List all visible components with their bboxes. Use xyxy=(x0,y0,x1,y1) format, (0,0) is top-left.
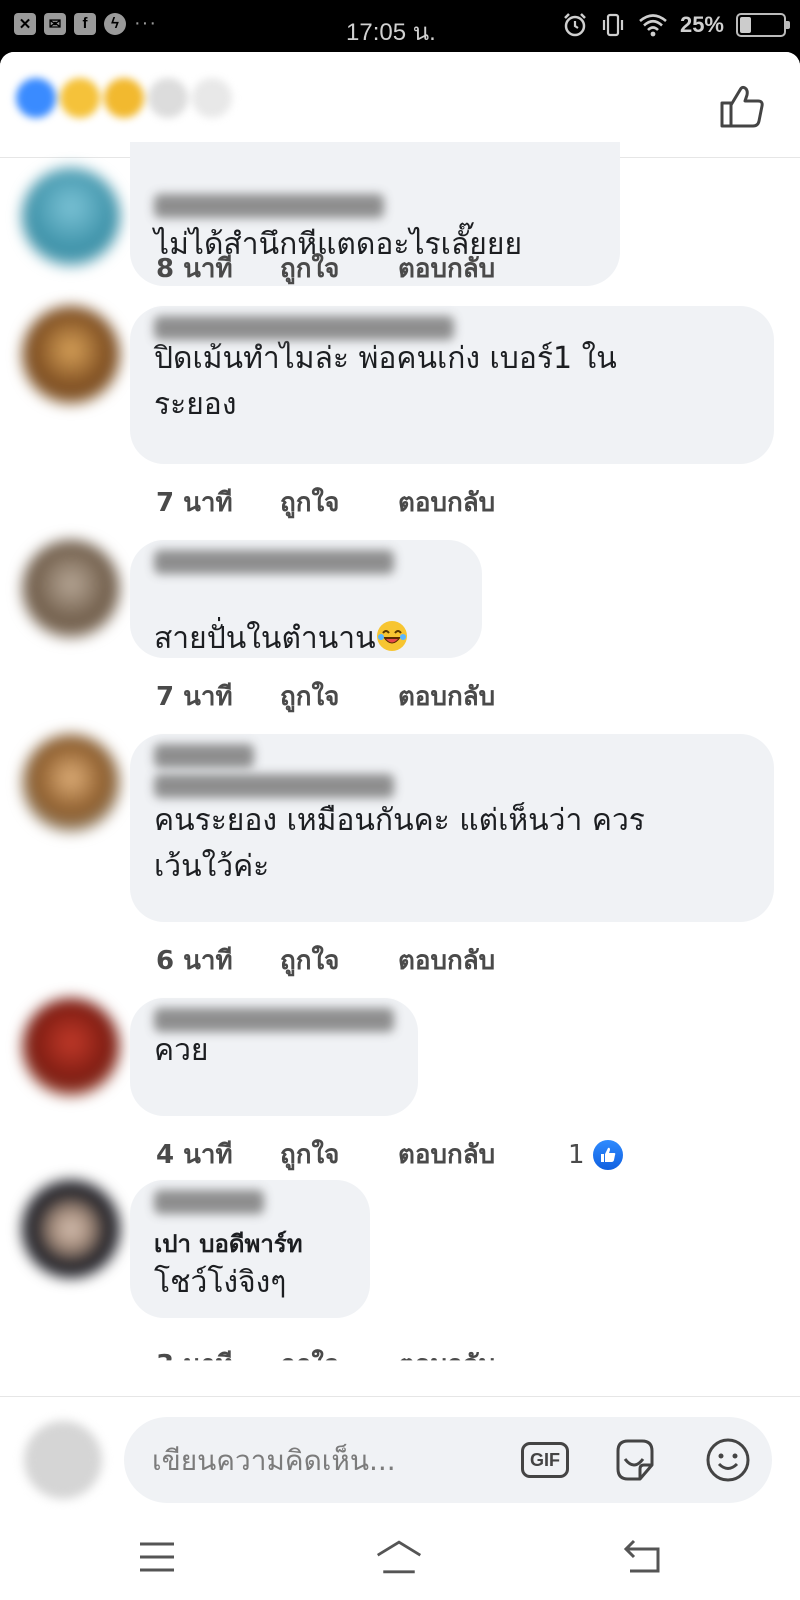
author-name-blurred[interactable] xyxy=(154,316,454,340)
comment-meta: 6 นาที ถูกใจ ตอบกลับ xyxy=(156,940,568,981)
comment-meta: 8 นาที ถูกใจ ตอบกลับ xyxy=(156,248,568,289)
battery-level xyxy=(740,17,751,33)
like-link[interactable]: ถูกใจ xyxy=(280,248,398,289)
sticker-icon xyxy=(616,1439,654,1481)
avatar[interactable] xyxy=(22,168,120,266)
avatar[interactable] xyxy=(22,998,120,1096)
comment-bubble[interactable]: ปิดเม้นทำไมล่ะ พ่อคนเก่ง เบอร์1 ใน ระยอง xyxy=(130,306,774,464)
author-name-blurred[interactable] xyxy=(154,194,384,218)
comment-meta: 7 นาที ถูกใจ ตอบกลับ xyxy=(156,482,568,523)
vibrate-icon xyxy=(602,13,624,37)
wifi-icon xyxy=(639,14,667,37)
comment-bubble[interactable]: เปา บอดีพาร์ท โชว์โง่จิงๆ xyxy=(130,1180,370,1318)
comment-time: 3 นาที xyxy=(156,1350,233,1380)
mail-icon: ✉ xyxy=(44,12,66,35)
comments-sheet: ไม่ได้สำนึกหีแตดอะไรเลั๊ยยย 8 นาที ถูกใจ… xyxy=(0,52,800,1600)
like-link[interactable]: ถูกใจ xyxy=(280,676,398,717)
comment-composer: GIF xyxy=(0,1396,800,1510)
comment-meta: 3 นาที ถูกใจ ตอบกลับ xyxy=(156,1344,568,1380)
emoji-icon xyxy=(706,1438,750,1482)
reply-link[interactable]: ตอบกลับ xyxy=(398,1134,568,1175)
author-name-blurred[interactable] xyxy=(154,744,254,768)
comment-text: คนระยอง เหมือนกันคะ แต่เห็นว่า ควร เว้นใ… xyxy=(154,803,645,884)
menu-icon xyxy=(140,1542,174,1572)
back-button[interactable] xyxy=(618,1532,668,1582)
avatar[interactable] xyxy=(22,734,120,832)
messenger-icon: ϟ xyxy=(104,12,126,35)
status-indicators: 25% xyxy=(562,12,790,38)
comment-text: โชว์โง่จิงๆ xyxy=(154,1265,287,1300)
like-link[interactable]: ถูกใจ xyxy=(280,482,398,523)
comment-time: 7 นาที xyxy=(156,488,233,518)
home-button[interactable] xyxy=(374,1532,424,1582)
comment-time: 7 นาที xyxy=(156,682,233,712)
more-notifications-icon: ··· xyxy=(134,12,157,34)
reply-link[interactable]: ตอบกลับ xyxy=(398,482,568,523)
comment-bubble[interactable]: สายปั่นในตำนาน xyxy=(130,540,482,658)
author-name-blurred[interactable] xyxy=(154,1008,394,1032)
battery-percentage: 25% xyxy=(679,12,724,37)
like-badge-icon xyxy=(590,1137,625,1172)
comment-bubble[interactable]: ควย xyxy=(130,998,418,1116)
menu-button[interactable] xyxy=(132,1532,182,1582)
comment-bubble[interactable]: คนระยอง เหมือนกันคะ แต่เห็นว่า ควร เว้นใ… xyxy=(130,734,774,922)
comment-text: ปิดเม้นทำไมล่ะ พ่อคนเก่ง เบอร์1 ใน ระยอง xyxy=(154,341,617,422)
back-icon xyxy=(623,1539,660,1573)
reaction-count-number: 1 xyxy=(568,1139,585,1170)
like-link[interactable]: ถูกใจ xyxy=(280,1344,398,1360)
comment-time: 8 นาที xyxy=(156,254,233,284)
x-icon: ✕ xyxy=(14,12,36,35)
sticker-button[interactable] xyxy=(610,1435,660,1485)
home-icon xyxy=(376,1540,422,1574)
emoji-button[interactable] xyxy=(703,1435,753,1485)
like-link[interactable]: ถูกใจ xyxy=(280,940,398,981)
comment-text: สายปั่นในตำนาน xyxy=(154,621,376,656)
author-name[interactable]: เปา บอดีพาร์ท xyxy=(154,1228,346,1260)
author-name-blurred[interactable] xyxy=(154,774,394,798)
comment-meta: 7 นาที ถูกใจ ตอบกลับ xyxy=(156,676,568,717)
reply-link[interactable]: ตอบกลับ xyxy=(398,676,568,717)
comment-text-line: สายปั่นในตำนาน xyxy=(154,570,458,662)
comment-input[interactable] xyxy=(124,1417,772,1503)
reply-link[interactable]: ตอบกลับ xyxy=(398,248,568,289)
avatar[interactable] xyxy=(22,306,120,404)
avatar[interactable] xyxy=(22,1180,120,1278)
battery-icon xyxy=(736,13,790,37)
reaction-summary-blurred[interactable] xyxy=(16,78,232,118)
comment-time: 4 นาที xyxy=(156,1140,233,1170)
status-time: 17:05 น. xyxy=(346,19,436,46)
reaction-count[interactable]: 1 xyxy=(568,1137,625,1172)
user-avatar xyxy=(24,1421,102,1499)
facebook-icon: f xyxy=(74,12,96,35)
reply-link[interactable]: ตอบกลับ xyxy=(398,1344,568,1360)
gif-button[interactable]: GIF xyxy=(520,1435,570,1485)
like-link[interactable]: ถูกใจ xyxy=(280,1134,398,1175)
laughing-emoji-icon xyxy=(376,621,407,651)
gif-icon: GIF xyxy=(521,1442,569,1478)
comment-time: 6 นาที xyxy=(156,946,233,976)
navigation-bar xyxy=(0,1510,800,1600)
author-name-blurred[interactable] xyxy=(154,1190,264,1214)
comment-text: ควย xyxy=(154,1033,209,1068)
author-name-blurred[interactable] xyxy=(154,550,394,574)
reply-link[interactable]: ตอบกลับ xyxy=(398,940,568,981)
alarm-icon xyxy=(564,13,586,37)
comment-meta: 4 นาที ถูกใจ ตอบกลับ 1 xyxy=(156,1134,625,1175)
avatar[interactable] xyxy=(22,540,120,638)
notification-icons: ✕ ✉ f ϟ ··· xyxy=(14,12,157,35)
status-bar: ✕ ✉ f ϟ ··· 17:05 น. 25% xyxy=(0,0,800,52)
like-outline-icon[interactable] xyxy=(718,82,766,130)
